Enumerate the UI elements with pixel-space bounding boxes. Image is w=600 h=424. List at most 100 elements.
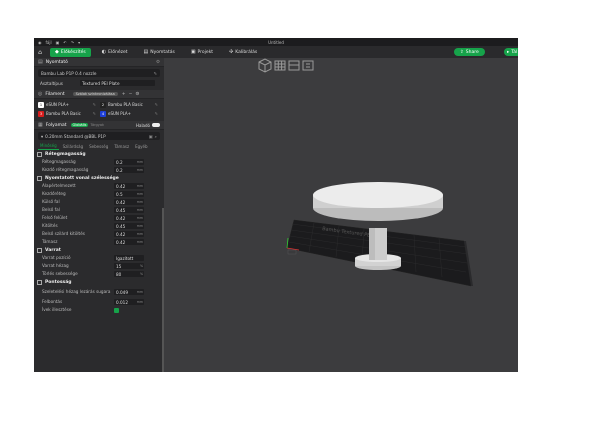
tab-project[interactable]: ▣ Projekt [186, 48, 218, 57]
setting-value-input[interactable]: 0.42 mm [114, 183, 144, 189]
filament-color-swatch[interactable]: 4 [100, 110, 106, 117]
home-icon[interactable]: ⌂ [34, 49, 46, 56]
filament-edit-icon[interactable]: ✎ [93, 111, 96, 116]
setting-value-input[interactable]: 0.45 mm [114, 223, 144, 229]
search-icon[interactable]: ⌕ [155, 134, 157, 139]
filament-name: eSUN PLA+ [46, 102, 70, 107]
filament-edit-icon[interactable]: ✎ [93, 102, 96, 107]
chevron-down-icon: ▾ [41, 133, 44, 139]
setting-row: Támasz 0.42 mm [34, 238, 164, 246]
setting-value-input[interactable]: 0.42 mm [114, 231, 144, 237]
plate-type-row: Asztaltípus Textured PEI Plate [34, 79, 164, 87]
advanced-label: Haladó [135, 122, 150, 128]
setting-label: Támasz [42, 239, 58, 244]
preview-icon: ◐ [101, 49, 107, 55]
slice-icon: ▸ [507, 49, 510, 55]
setting-label: Belső fal [42, 207, 60, 212]
calibration-icon: ✣ [229, 49, 234, 55]
filament-slot-2[interactable]: 2 Bambu PLA Basic ✎ [100, 101, 160, 108]
setting-value-input[interactable]: 0.2 mm [114, 167, 144, 173]
view-toolbar [258, 58, 314, 73]
setting-label: Varrat hézag [42, 263, 69, 268]
printer-section-header[interactable]: ▤ Nyomtató ⚙ [34, 58, 164, 67]
setting-row: Törlés sebessége 80% [34, 270, 164, 278]
process-tab-2[interactable]: Sebesség [87, 143, 110, 150]
plate-type-select[interactable]: Textured PEI Plate [80, 80, 155, 86]
setting-label: Törlés sebessége [42, 271, 78, 276]
filament-edit-icon[interactable]: ✎ [155, 102, 158, 107]
setting-label: Belső szilárd kitöltés [42, 231, 85, 236]
setting-value-input[interactable]: 0.5 mm [114, 191, 144, 197]
setting-label: Felső felület [42, 215, 68, 220]
setting-row: Belső szilárd kitöltés 0.42 mm [34, 230, 164, 238]
setting-row: Kezdő rétegmagasság 0.2 mm [34, 166, 164, 174]
filament-edit-icon[interactable]: ✎ [155, 111, 158, 116]
setting-row: Kitöltés 0.45 mm [34, 222, 164, 230]
share-button[interactable]: ⇪ Share [454, 48, 485, 56]
objects-toggle[interactable]: Tárgyak [90, 123, 104, 127]
setting-value-input[interactable]: Igazított [114, 255, 144, 261]
filament-name: eSUN PLA+ [108, 111, 132, 116]
filament-slot-3[interactable]: 3 Bambu PLA Basic ✎ [38, 110, 98, 117]
filament-list: 1 eSUN PLA+ ✎ 2 Bambu PLA Basic ✎ 3 Bambu PLA B… [34, 99, 164, 119]
filament-slot-4[interactable]: 4 eSUN PLA+ ✎ [100, 110, 160, 117]
group-icon [37, 247, 42, 253]
3d-scene[interactable]: Bambu Textured PEI Plate [164, 58, 518, 372]
filament-color-swatch[interactable]: 3 [38, 110, 44, 117]
process-tab-0[interactable]: Minőség [38, 142, 59, 150]
title-bar: ◉ fájl ▣ ↶ ↷ ▾ Untitled [34, 38, 518, 46]
filament-name: Bambu PLA Basic [46, 111, 81, 116]
tab-calibration[interactable]: ✣ Kalibrálás [224, 48, 262, 57]
setting-value-input[interactable]: 0.42 mm [114, 199, 144, 205]
process-icon: ▦ [38, 122, 43, 128]
filament-color-swatch[interactable]: 2 [100, 101, 106, 108]
global-toggle[interactable]: Globális [70, 123, 89, 127]
setting-value-input[interactable]: 0.42 mm [114, 215, 144, 221]
slicer-app-window: ◉ fájl ▣ ↶ ↷ ▾ Untitled ⌂ ◆ Előkészítés ◐ E… [34, 38, 518, 372]
grid-layout-icon[interactable] [274, 60, 286, 71]
process-profile-select[interactable]: ▾ 0.20mm Standard @BBL P1P ▣ ⌕ [38, 132, 160, 140]
setting-value-input[interactable]: 15% [114, 263, 144, 269]
printer-settings-icon[interactable]: ⚙ [156, 60, 160, 65]
setting-value-input[interactable]: 80% [114, 271, 144, 277]
process-tab-3[interactable]: Támasz [112, 143, 131, 150]
filament-color-swatch[interactable]: 1 [38, 101, 44, 108]
edit-icon[interactable]: ✎ [153, 71, 157, 76]
setting-row: Szeletelési hézag lezárás sugara 0.049 mm [34, 286, 164, 298]
arrange-icon[interactable] [288, 60, 300, 71]
add-object-icon[interactable] [258, 58, 272, 73]
filament-slot-1[interactable]: 1 eSUN PLA+ ✎ [38, 101, 98, 108]
remove-filament-icon[interactable]: − [129, 92, 133, 97]
filament-settings-icon[interactable]: ⚙ [135, 92, 139, 97]
setting-row: Kezdőréteg 0.5 mm [34, 190, 164, 198]
setting-value-input[interactable]: 0.42 mm [114, 239, 144, 245]
3d-viewport[interactable]: Bambu Textured PEI Plate [164, 58, 518, 372]
tab-prepare[interactable]: ◆ Előkészítés [50, 47, 91, 57]
printer-icon: ▤ [143, 49, 149, 55]
setting-row: Külső fal 0.42 mm [34, 198, 164, 206]
save-profile-icon[interactable]: ▣ [149, 134, 153, 139]
setting-label: Alapértelmezett [42, 183, 76, 188]
arc-fitting-checkbox[interactable] [114, 307, 119, 313]
setting-value-input[interactable]: 0.049 mm [114, 289, 144, 295]
filament-section-header[interactable]: ◎ Filament Szálak szinkronizálása + − ⚙ [34, 90, 164, 99]
setting-value-input[interactable]: 0.2 mm [114, 159, 144, 165]
settings-group-header: Varrat [34, 246, 164, 254]
setting-row: Varrat pozíció Igazított [34, 254, 164, 262]
project-icon: ▣ [190, 49, 196, 55]
tab-preview[interactable]: ◐ Előnézet [97, 48, 133, 57]
settings-sidebar: ▤ Nyomtató ⚙ Bambu Lab P1P 0.4 nozzle ✎ … [34, 58, 164, 372]
settings-group-header: Rétegmagasság [34, 150, 164, 158]
setting-value-input[interactable]: 0.45 mm [114, 207, 144, 213]
process-tab-4[interactable]: Egyéb [133, 143, 149, 150]
tab-printer[interactable]: ▤ Nyomtatás [139, 48, 180, 57]
setting-value-input[interactable]: 0.012 mm [114, 299, 144, 305]
process-tab-1[interactable]: Szilárdság [61, 143, 86, 150]
add-filament-icon[interactable]: + [122, 92, 126, 97]
sync-filaments-button[interactable]: Szálak szinkronizálása [72, 92, 118, 96]
orient-icon[interactable] [302, 60, 314, 71]
share-icon: ⇪ [460, 49, 464, 55]
advanced-toggle[interactable] [152, 123, 160, 127]
slice-button[interactable]: ▸ Tál [504, 48, 518, 56]
printer-select[interactable]: Bambu Lab P1P 0.4 nozzle ✎ [38, 69, 160, 77]
